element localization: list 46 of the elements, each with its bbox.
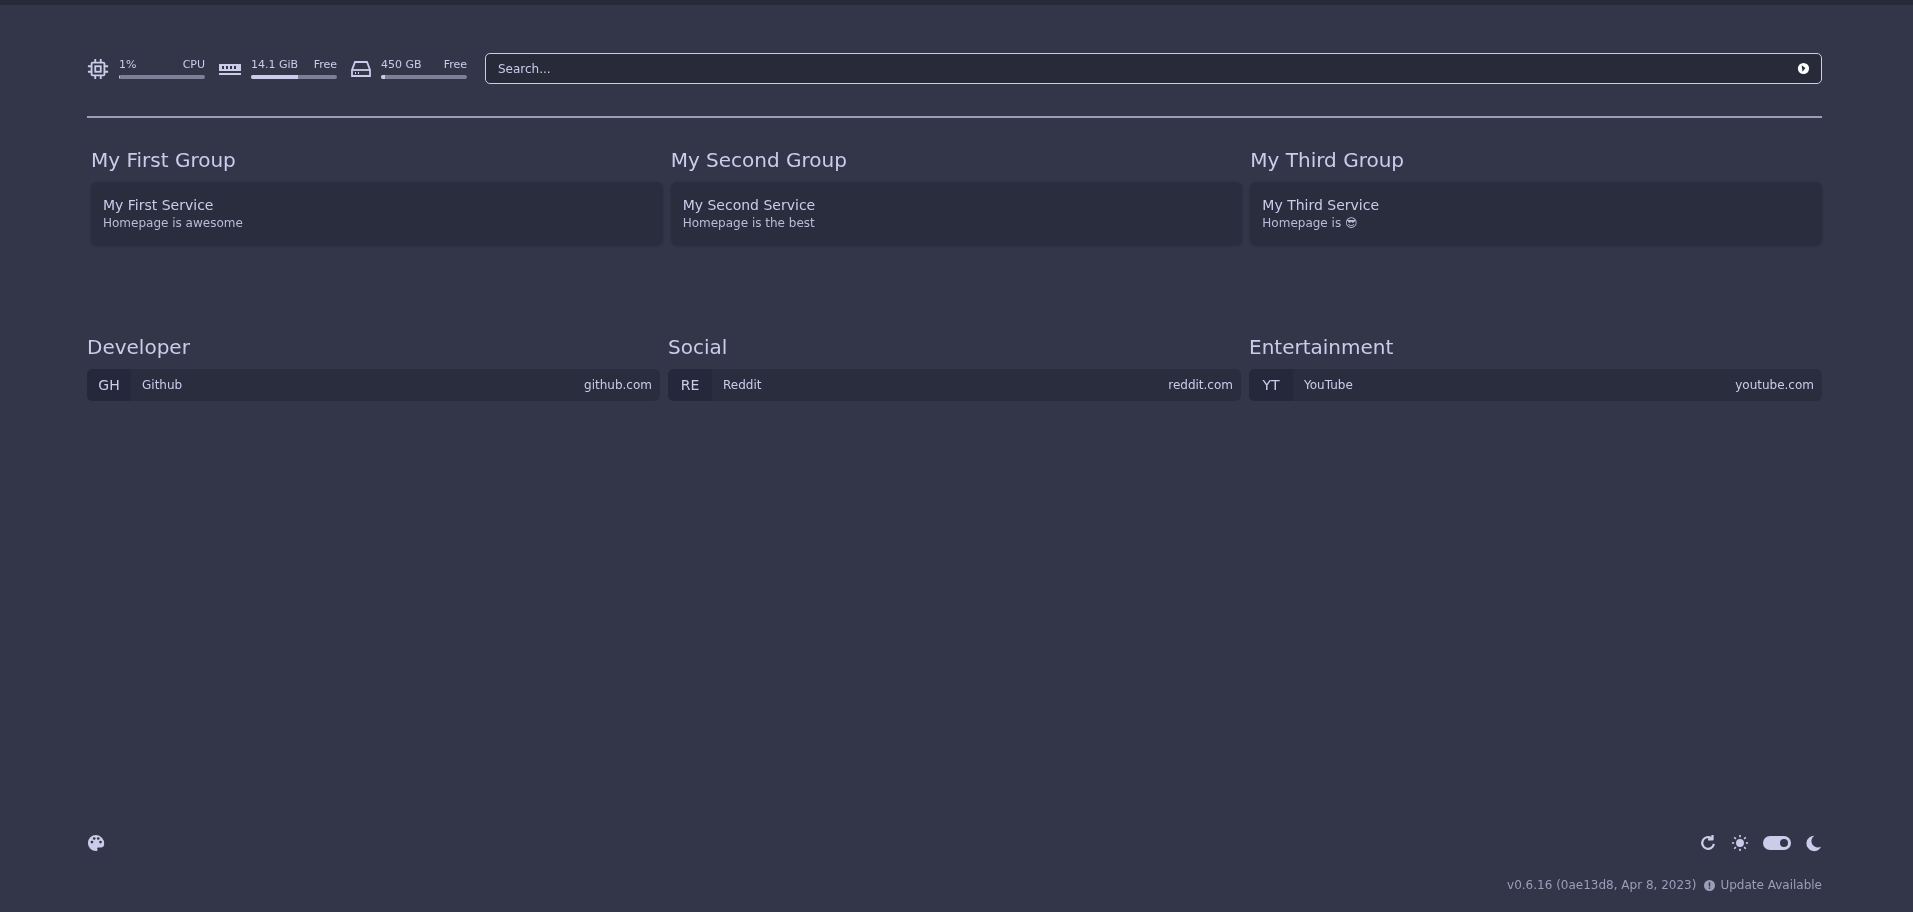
group-title: Developer: [87, 335, 191, 359]
chip-icon: [87, 57, 109, 80]
bookmark-url: youtube.com: [1735, 378, 1815, 392]
bookmark-abbreviation: GH: [87, 369, 131, 401]
resource-label: Free: [443, 58, 467, 71]
group-title: Social: [668, 335, 729, 359]
refresh-icon[interactable]: [1699, 834, 1717, 852]
service-name: My First Service: [103, 197, 215, 213]
resource-value: 450 GB: [381, 58, 422, 71]
service-name: My Third Service: [1262, 197, 1381, 213]
group-title: My Second Group: [670, 148, 848, 172]
service-description: Homepage is awesome: [103, 216, 244, 230]
palette-icon[interactable]: [87, 834, 105, 852]
bookmark-link[interactable]: RE Reddit reddit.com: [668, 369, 1241, 401]
info-icon: [1704, 879, 1716, 891]
service-card[interactable]: My Second Service Homepage is the best: [670, 182, 1243, 245]
group-title: Entertainment: [1249, 335, 1395, 359]
search-field[interactable]: Search...: [485, 53, 1822, 84]
bookmark-name: YouTube: [1303, 378, 1354, 392]
resource-label: CPU: [182, 58, 205, 71]
bookmark-abbreviation: YT: [1249, 369, 1293, 401]
group-title: My First Group: [91, 148, 237, 172]
service-description: Homepage is the best: [682, 216, 816, 230]
bookmark-name: Github: [141, 378, 184, 392]
version-text: v0.6.16 (0ae13d8, Apr 8, 2023): [1507, 878, 1697, 892]
drive-icon: [351, 59, 371, 78]
memory-icon: [219, 61, 241, 76]
bookmark-url: reddit.com: [1168, 378, 1234, 392]
service-description: Homepage is 😎: [1262, 216, 1359, 230]
service-card[interactable]: My Third Service Homepage is 😎: [1250, 182, 1822, 245]
service-card[interactable]: My First Service Homepage is awesome: [91, 182, 663, 245]
bookmark-abbreviation: RE: [668, 369, 712, 401]
search-engine-icon[interactable]: [1797, 62, 1810, 75]
bookmark-link[interactable]: GH Github github.com: [87, 369, 660, 401]
update-link[interactable]: Update Available: [1704, 878, 1822, 892]
resource-label: Free: [313, 58, 337, 71]
service-name: My Second Service: [682, 197, 817, 213]
sun-icon[interactable]: [1731, 834, 1749, 852]
group-title: My Third Group: [1250, 148, 1406, 172]
bookmark-name: Reddit: [722, 378, 763, 392]
moon-icon[interactable]: [1805, 834, 1822, 852]
resource-value: 14.1 GiB: [251, 58, 299, 71]
bookmark-link[interactable]: YT YouTube youtube.com: [1249, 369, 1822, 401]
bookmark-url: github.com: [584, 378, 653, 392]
resource-value: 1%: [119, 58, 137, 71]
theme-toggle[interactable]: [1763, 836, 1791, 850]
